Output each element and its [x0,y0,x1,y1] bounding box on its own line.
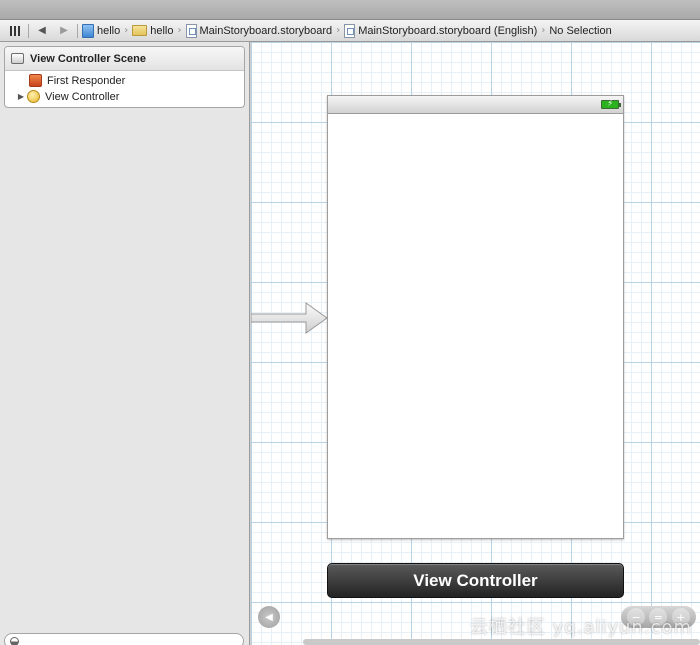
jump-bar: ◀ ▶ hello › hello › MainStoryboard.story… [0,20,700,42]
scene-outline-box: View Controller Scene First Responder ▶ … [4,46,245,108]
breadcrumb-separator: › [124,25,129,36]
battery-icon: ⚡ [601,99,621,109]
first-responder-icon [29,74,42,87]
back-button[interactable]: ◀ [31,21,53,41]
outline-item-first-responder[interactable]: First Responder [5,71,244,88]
document-outline: View Controller Scene First Responder ▶ … [0,42,250,645]
back-arrow-icon: ◀ [38,25,46,36]
disclosure-triangle-icon[interactable]: ▶ [15,92,27,101]
jump-bar-divider [77,23,78,38]
jump-bar-divider [28,23,29,38]
forward-button[interactable]: ▶ [53,21,75,41]
breadcrumb-separator: › [177,25,182,36]
breadcrumb-label: No Selection [549,24,612,37]
scene-icon [11,53,24,64]
storyboard-file-icon [344,23,356,38]
outline-item-view-controller[interactable]: ▶ View Controller [5,88,244,105]
breadcrumb-label: MainStoryboard.storyboard [199,24,333,37]
storyboard-file-icon [185,23,197,38]
project-icon [82,23,94,38]
canvas-back-button[interactable]: ◀ [258,606,280,628]
window-title-bar [0,0,700,20]
breadcrumb-selection[interactable]: No Selection [547,25,613,37]
initial-view-controller-arrow-icon[interactable] [251,300,331,336]
related-items-grid-icon [10,25,20,36]
related-items-button[interactable] [4,21,26,41]
scene-title: View Controller Scene [30,52,146,65]
filter-icon [10,637,19,645]
breadcrumb-group[interactable]: hello [130,25,175,37]
breadcrumb-project[interactable]: hello [80,23,122,38]
horizontal-scrollbar[interactable] [303,639,700,645]
watermark-text: 云栖社区 yq.aliyun.com [469,617,692,638]
storyboard-canvas[interactable]: ⚡ View Controller ◀ − = + 云栖社区 yq.aliyun… [251,42,700,645]
breadcrumb-label: hello [150,24,174,37]
outline-item-label: First Responder [47,74,126,87]
outline-filter-field[interactable] [4,633,244,645]
breadcrumb-separator: › [336,25,341,36]
scene-header[interactable]: View Controller Scene [5,47,244,71]
folder-icon [132,25,148,36]
breadcrumb-label: hello [97,24,121,37]
outline-item-label: View Controller [45,90,120,103]
view-controller-scene[interactable]: ⚡ [327,95,624,539]
left-arrow-icon: ◀ [265,611,273,623]
status-bar: ⚡ [328,96,623,114]
breadcrumb-separator: › [541,25,546,36]
charging-bolt-icon: ⚡ [607,99,614,109]
scene-dock-label[interactable]: View Controller [327,563,624,598]
breadcrumb-label: MainStoryboard.storyboard (English) [358,24,538,37]
breadcrumb-storyboard-localized[interactable]: MainStoryboard.storyboard (English) [342,23,539,38]
view-controller-icon [27,90,40,103]
forward-arrow-icon: ▶ [60,25,68,36]
breadcrumb-storyboard[interactable]: MainStoryboard.storyboard [184,23,335,38]
